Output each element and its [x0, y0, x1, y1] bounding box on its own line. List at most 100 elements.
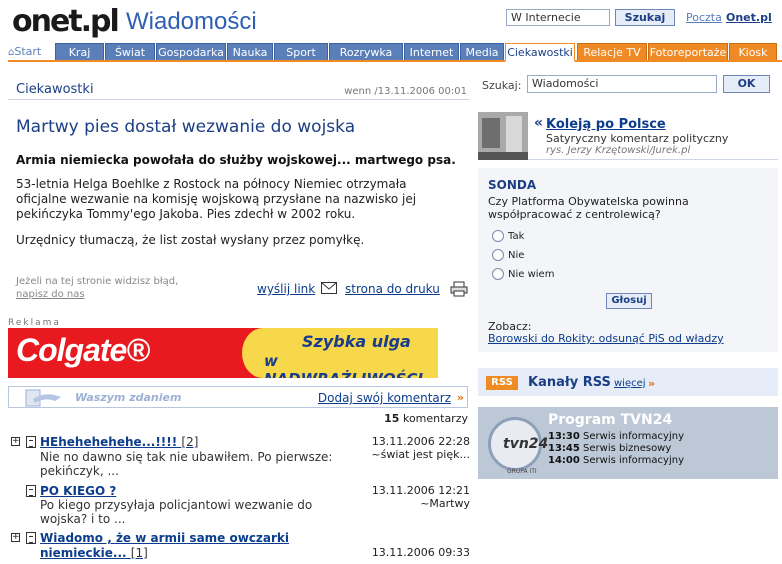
ad-line: w NADWRAŻLIWOŚCI	[264, 352, 423, 378]
comments-count-label: komentarzy	[402, 412, 468, 425]
tab-kiosk[interactable]: Kiosk	[729, 43, 777, 60]
comments-count-number: 15	[384, 412, 400, 425]
comments-bar: Waszym zdaniem Dodaj swój komentarz »	[8, 386, 468, 408]
comment-title-link[interactable]: Wiadomo , że w armii same owczarki niemi…	[40, 531, 310, 561]
tvn24-schedule-row: 13:30 Serwis informacyjny	[548, 431, 684, 442]
comment-item: PO KIEGO ? Po kiego przysyłaja policjant…	[8, 484, 470, 528]
schedule-time: 13:30	[548, 431, 580, 442]
poll-option-label: Nie	[508, 250, 525, 261]
poll-related-link[interactable]: Borowski do Rokity: odsunąć PiS od władz…	[488, 332, 724, 345]
cartoon-thumbnail[interactable]	[478, 112, 528, 160]
right-search-input[interactable]: Wiadomości	[527, 75, 717, 93]
ad-label: Reklama	[8, 318, 61, 328]
comment-item: + HEhehehehehe...!!!! [2] Nie no dawno s…	[8, 435, 470, 483]
tvn24-schedule-row: 13:45 Serwis biznesowy	[548, 443, 671, 454]
right-search-button[interactable]: OK	[723, 75, 770, 93]
report-error-link[interactable]: napisz do nas	[16, 288, 178, 301]
schedule-name: Serwis biznesowy	[583, 443, 672, 454]
comment-item: + Wiadomo , że w armii same owczarki nie…	[8, 531, 470, 564]
comment-author: ~Martwy	[420, 497, 470, 510]
ad-line: Szybka ulga	[302, 332, 411, 351]
top-search-button[interactable]: Szukaj	[615, 9, 675, 26]
tab-kraj[interactable]: Kraj	[55, 43, 104, 60]
ad-claim: Szybka ulga w NADWRAŻLIWOŚCI	[238, 328, 438, 378]
top-search-input[interactable]: W Internecie	[506, 9, 610, 26]
send-link[interactable]: wyślij link	[257, 282, 315, 296]
schedule-time: 13:45	[548, 443, 580, 454]
right-search-label: Szukaj:	[482, 79, 522, 92]
print-link[interactable]: strona do druku	[345, 282, 440, 296]
schedule-name: Serwis informacyjny	[583, 455, 684, 466]
promo-title-link[interactable]: Koleją po Polsce	[546, 117, 666, 132]
onet-link[interactable]: Onet.pl	[726, 11, 772, 24]
article-category: Ciekawostki	[16, 82, 94, 97]
schedule-time: 14:00	[548, 455, 580, 466]
comment-bubble-icon	[25, 389, 61, 407]
rss-more-link[interactable]: więcej	[614, 378, 646, 389]
tvn24-title: Program TVN24	[548, 412, 673, 428]
onet-logo[interactable]: onet.pl	[12, 4, 120, 39]
tab-ciekawostki[interactable]: Ciekawostki	[505, 43, 575, 62]
tab-gospodarka[interactable]: Gospodarka	[156, 43, 226, 60]
comment-snippet: Nie no dawno się tak nie ubawiłem. Po pi…	[40, 450, 333, 478]
poll-question: Czy Platforma Obywatelska powinna współp…	[488, 195, 689, 221]
document-icon	[26, 485, 36, 497]
poll-option[interactable]: Nie wiem	[492, 268, 554, 280]
tvn24-logo: tvn24 GRUPA ITI	[488, 417, 548, 475]
comments-count: 15 komentarzy	[384, 412, 468, 425]
radio-button[interactable]	[492, 249, 504, 261]
tab-relacje-tv[interactable]: Relacje TV	[577, 43, 647, 60]
comment-title-link[interactable]: HEhehehehehe...!!!! [2]	[40, 435, 198, 450]
tab-internet[interactable]: Internet	[404, 43, 459, 60]
tvn24-box[interactable]: tvn24 GRUPA ITI Program TVN24 13:30 Serw…	[478, 407, 778, 479]
rss-title: Kanały RSS	[528, 375, 611, 390]
comment-date: 13.11.2006 12:21	[371, 484, 470, 497]
tab-fotoreportaze[interactable]: Fotoreportaże	[648, 43, 728, 60]
tvn24-logo-text: tvn24	[503, 436, 549, 452]
tvn24-group: GRUPA ITI	[507, 468, 537, 475]
poll-title: SONDA	[488, 178, 537, 192]
comment-title: Wiadomo , że w armii same owczarki niemi…	[40, 531, 290, 560]
comment-replies: [2]	[181, 435, 199, 449]
rss-icon[interactable]: RSS	[486, 376, 518, 390]
document-icon	[26, 436, 36, 448]
tab-nauka[interactable]: Nauka	[227, 43, 273, 60]
comment-date: 13.11.2006 22:28	[371, 435, 470, 448]
tvn24-schedule-row: 14:00 Serwis informacyjny	[548, 455, 684, 466]
radio-button[interactable]	[492, 268, 504, 280]
article-meta: wenn /13.11.2006 00:01	[344, 86, 467, 97]
promo-description: Satyryczny komentarz polityczny	[546, 132, 729, 145]
section-title: Wiadomości	[126, 8, 257, 35]
article-lead: Armia niemiecka powołała do służby wojsk…	[16, 153, 456, 167]
ad-banner[interactable]: Colgate® Szybka ulga w NADWRAŻLIWOŚCI	[8, 328, 438, 378]
comment-author: ~świat jest pięk...	[371, 448, 470, 461]
poll-option[interactable]: Tak	[492, 230, 524, 242]
tab-sport[interactable]: Sport	[274, 43, 328, 60]
comment-title-link[interactable]: PO KIEGO ?	[40, 484, 116, 499]
printer-icon[interactable]	[450, 281, 468, 297]
comment-date: 13.11.2006 09:33	[371, 546, 470, 559]
tab-swiat[interactable]: Świat	[105, 43, 155, 60]
expand-icon[interactable]: +	[11, 437, 20, 446]
promo-box: « Koleją po Polsce Satyryczny komentarz …	[478, 104, 778, 160]
mail-link[interactable]: Poczta	[686, 11, 722, 24]
tab-label: Start	[14, 45, 42, 58]
arrow-right-icon: »	[648, 377, 656, 390]
quote-icon: «	[534, 115, 544, 131]
promo-credit: rys. Jerzy Krzętowski/Jurek.pl	[546, 145, 691, 156]
article-header: Ciekawostki wenn /13.11.2006 00:01	[8, 78, 470, 100]
comment-replies: [1]	[130, 546, 148, 560]
schedule-name: Serwis informacyjny	[583, 431, 684, 442]
tab-rozrywka[interactable]: Rozrywka	[329, 43, 403, 60]
poll-option-label: Tak	[508, 231, 525, 242]
envelope-icon[interactable]	[321, 282, 337, 294]
expand-icon[interactable]: +	[11, 533, 20, 542]
add-comment-link[interactable]: Dodaj swój komentarz	[318, 391, 451, 405]
poll-option[interactable]: Nie	[492, 249, 524, 261]
radio-button[interactable]	[492, 230, 504, 242]
error-note-text: Jeżeli na tej stronie widzisz błąd,	[16, 276, 179, 287]
tab-media[interactable]: Media	[460, 43, 504, 60]
comments-label: Waszym zdaniem	[75, 391, 182, 404]
vote-button[interactable]: Głosuj	[606, 293, 652, 309]
tab-start[interactable]: ⌂Start	[8, 43, 54, 60]
